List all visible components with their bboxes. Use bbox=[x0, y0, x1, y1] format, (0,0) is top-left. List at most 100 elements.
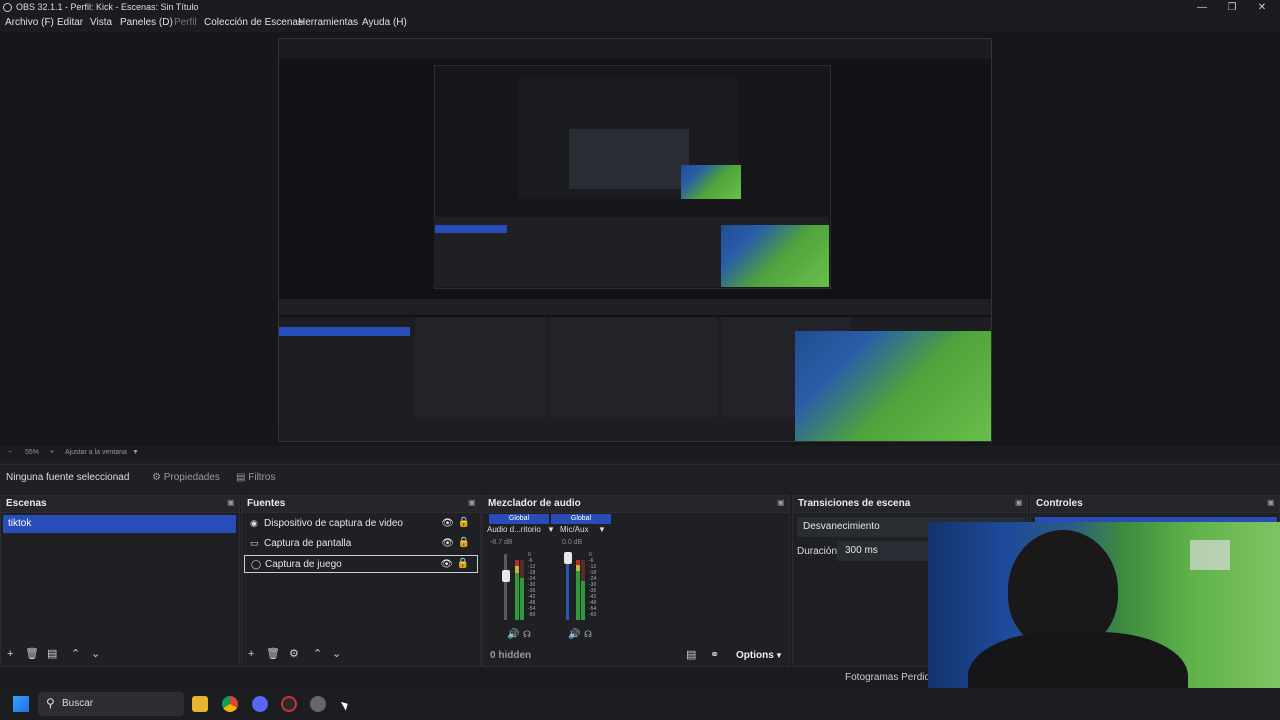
chevron-down-icon[interactable]: ▼ bbox=[598, 525, 606, 534]
move-down-icon[interactable]: ⌄ bbox=[91, 648, 100, 660]
scene-label: tiktok bbox=[8, 518, 32, 529]
file-explorer-icon[interactable] bbox=[192, 696, 208, 712]
obs-icon[interactable] bbox=[281, 696, 297, 712]
level-meter bbox=[576, 560, 580, 620]
layout-icon[interactable]: ▤ bbox=[686, 649, 696, 661]
filters-button[interactable]: ▤ Filtros bbox=[234, 469, 284, 487]
taskbar-search[interactable]: ⚲ Buscar bbox=[38, 692, 184, 716]
scene-item-tiktok[interactable]: tiktok bbox=[3, 515, 236, 533]
menu-herramientas[interactable]: Herramientas bbox=[298, 17, 358, 28]
trash-icon[interactable]: 🗑 bbox=[266, 648, 280, 660]
gear-icon[interactable]: ⚙ bbox=[289, 648, 299, 660]
level-meter bbox=[520, 560, 524, 620]
windows-start-icon[interactable] bbox=[13, 696, 29, 712]
scene-filters-icon[interactable]: ▤ bbox=[47, 648, 57, 660]
menu-coleccion-escenas[interactable]: Colección de Escenas bbox=[204, 17, 303, 28]
nested-webcam-large bbox=[795, 331, 991, 441]
zoom-level: 55% bbox=[25, 449, 40, 456]
wall-paper bbox=[1190, 540, 1230, 570]
link-icon[interactable]: ⚭ bbox=[710, 649, 719, 661]
controls-header: Controles ▣ bbox=[1031, 496, 1279, 513]
lock-icon[interactable]: 🔒 bbox=[457, 558, 469, 569]
level-meter bbox=[515, 560, 519, 620]
lock-icon[interactable]: 🔒 bbox=[458, 517, 470, 528]
db-scale: 0 -6 -12 -18 -24 -30 -36 -42 -48 -54 -60 bbox=[589, 552, 597, 618]
context-bar: Ninguna fuente seleccionad ⚙ Propiedades… bbox=[0, 464, 1280, 491]
preview-canvas[interactable] bbox=[278, 38, 992, 442]
fader-handle[interactable] bbox=[564, 552, 572, 564]
menu-archivo[interactable]: Archivo (F) bbox=[5, 17, 54, 28]
menu-paneles[interactable]: Paneles (D) bbox=[120, 17, 173, 28]
search-icon: ⚲ bbox=[46, 696, 55, 710]
move-down-icon[interactable]: ⌄ bbox=[332, 648, 341, 660]
headphones-icon[interactable]: ☊ bbox=[523, 629, 531, 640]
volume-fader[interactable] bbox=[504, 554, 507, 620]
speaker-icon[interactable]: 🔊 bbox=[568, 629, 580, 640]
dropped-frames-label: Fotogramas Perdidos bbox=[845, 672, 941, 683]
eye-icon[interactable]: 👁 bbox=[440, 559, 453, 570]
mixer-options-button[interactable]: Options bbox=[736, 650, 774, 661]
hidden-count[interactable]: 0 hidden bbox=[490, 650, 531, 661]
fader-handle[interactable] bbox=[502, 570, 510, 582]
speaker-icon[interactable]: 🔊 bbox=[507, 629, 519, 640]
channel-name[interactable]: Mic/Aux bbox=[560, 525, 588, 534]
eye-icon[interactable]: 👁 bbox=[441, 538, 454, 549]
menu-ayuda[interactable]: Ayuda (H) bbox=[362, 17, 407, 28]
zoom-bar: − 55% + Ajustar a la ventana ▼ bbox=[0, 447, 1280, 461]
chevron-down-icon[interactable]: ▼ bbox=[775, 651, 783, 660]
undock-icon[interactable]: ▣ bbox=[1267, 499, 1275, 507]
source-item-game-capture[interactable]: ◯ Captura de juego 👁 🔒 bbox=[244, 555, 478, 573]
filter-icon: ▤ bbox=[236, 472, 246, 483]
headphones-icon[interactable]: ☊ bbox=[584, 629, 592, 640]
source-label: Captura de pantalla bbox=[264, 538, 352, 549]
add-scene-button[interactable]: + bbox=[7, 648, 13, 660]
level-meter bbox=[581, 560, 585, 620]
nested-sources bbox=[415, 317, 546, 417]
menu-editar[interactable]: Editar bbox=[57, 17, 83, 28]
zoom-out-button[interactable]: − bbox=[8, 449, 12, 456]
source-label: Dispositivo de captura de video bbox=[264, 518, 403, 529]
channel-name[interactable]: Audio d...ritorio bbox=[487, 525, 541, 534]
duration-value: 300 ms bbox=[845, 545, 878, 556]
chrome-icon[interactable] bbox=[222, 696, 238, 712]
minimize-button[interactable]: — bbox=[1192, 1, 1212, 15]
nested-scene-tiktok bbox=[279, 327, 410, 336]
channel-db: -8.7 dB bbox=[490, 539, 513, 546]
sources-dock: Fuentes ▣ ◉ Dispositivo de captura de vi… bbox=[241, 495, 481, 667]
source-item-video-capture[interactable]: ◉ Dispositivo de captura de video 👁 🔒 bbox=[244, 515, 478, 533]
move-up-icon[interactable]: ⌃ bbox=[313, 648, 322, 660]
lock-icon[interactable]: 🔒 bbox=[458, 537, 470, 548]
chevron-down-icon[interactable]: ▼ bbox=[132, 449, 139, 456]
controls-title: Controles bbox=[1036, 498, 1083, 509]
trash-icon[interactable]: 🗑 bbox=[25, 648, 39, 660]
filters-label: Filtros bbox=[248, 472, 276, 483]
close-button[interactable]: ✕ bbox=[1252, 1, 1272, 15]
nested-taskbar bbox=[279, 427, 795, 441]
scenes-dock: Escenas ▣ tiktok + 🗑 ▤ ⌃ ⌄ bbox=[0, 495, 240, 667]
eye-icon[interactable]: 👁 bbox=[441, 518, 454, 529]
scenes-header: Escenas ▣ bbox=[1, 496, 239, 513]
undock-icon[interactable]: ▣ bbox=[227, 499, 235, 507]
app-icon[interactable] bbox=[310, 696, 326, 712]
maximize-button[interactable]: ❐ bbox=[1222, 1, 1242, 15]
add-source-button[interactable]: + bbox=[248, 648, 254, 660]
menu-perfil[interactable]: Perfil bbox=[174, 17, 197, 28]
db-scale: 0 -6 -12 -18 -24 -30 -36 -42 -48 -54 -60 bbox=[528, 552, 536, 618]
window-title: OBS 32.1.1 - Perfil: Kick - Escenas: Sin… bbox=[16, 2, 199, 12]
move-up-icon[interactable]: ⌃ bbox=[71, 648, 80, 660]
undock-icon[interactable]: ▣ bbox=[1015, 499, 1023, 507]
sources-title: Fuentes bbox=[247, 498, 286, 509]
zoom-in-button[interactable]: + bbox=[50, 449, 54, 456]
fit-window-select[interactable]: Ajustar a la ventana bbox=[65, 449, 127, 456]
properties-button[interactable]: ⚙ Propiedades bbox=[150, 469, 222, 487]
menu-vista[interactable]: Vista bbox=[90, 17, 112, 28]
undock-icon[interactable]: ▣ bbox=[777, 499, 785, 507]
title-bar: OBS 32.1.1 - Perfil: Kick - Escenas: Sin… bbox=[0, 0, 1280, 16]
mixer-header: Mezclador de audio ▣ bbox=[483, 496, 789, 513]
source-item-screen-capture[interactable]: ▭ Captura de pantalla 👁 🔒 bbox=[244, 535, 478, 553]
transitions-title: Transiciones de escena bbox=[798, 498, 911, 509]
no-source-selected-label: Ninguna fuente seleccionad bbox=[6, 472, 130, 483]
chevron-down-icon[interactable]: ▼ bbox=[547, 525, 555, 534]
discord-icon[interactable] bbox=[252, 696, 268, 712]
undock-icon[interactable]: ▣ bbox=[468, 499, 476, 507]
